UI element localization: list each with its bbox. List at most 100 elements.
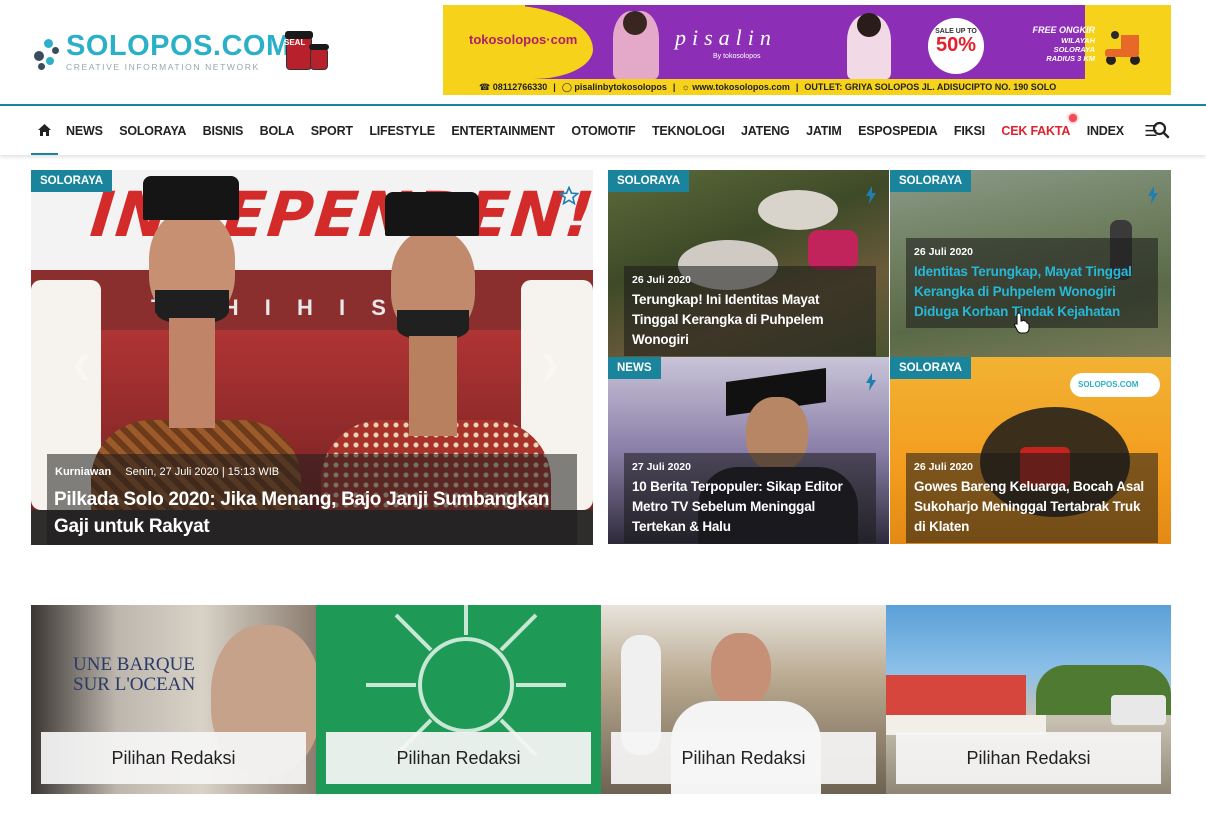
nav-item-jatim[interactable]: JATIM xyxy=(806,124,842,138)
card-caption: 26 Juli 2020 Gowes Bareng Keluarga, Boca… xyxy=(906,453,1158,543)
nav-item-cek-fakta-label: CEK FAKTA xyxy=(1001,123,1071,138)
ad-ongkir-head: FREE ONGKIR xyxy=(1032,25,1095,35)
hero-meta: Kurniawan Senin, 27 Juli 2020 | 15:13 WIB xyxy=(55,466,279,478)
ad-phone: 08112766330 xyxy=(492,82,548,92)
ad-product-name: pisalin xyxy=(675,25,777,50)
hero-title[interactable]: Pilkada Solo 2020: Jika Menang, Bajo Jan… xyxy=(54,486,574,540)
hero-person-left-neck xyxy=(169,318,215,428)
home-icon xyxy=(38,123,51,136)
card-title[interactable]: Terungkap! Ini Identitas Mayat Tinggal K… xyxy=(632,290,868,350)
nav-item-bola[interactable]: BOLA xyxy=(260,124,295,138)
lightning-icon xyxy=(866,186,876,204)
card-date: 27 Juli 2020 xyxy=(632,461,691,473)
ad-model-left-head xyxy=(623,11,647,35)
editor-pick-label: Pilihan Redaksi xyxy=(326,732,591,784)
card-caption: 26 Juli 2020 Terungkap! Ini Identitas Ma… xyxy=(624,266,876,356)
logo-tagline: CREATIVE INFORMATION NETWORK xyxy=(66,62,260,73)
ad-ongkir-line1: WILAYAH SOLORAYA xyxy=(1053,35,1095,54)
card-category-badge[interactable]: NEWS xyxy=(608,357,661,379)
ad-contact-bar: ☎ 08112766330 | ◯ pisalinbytokosolopos |… xyxy=(443,79,1171,95)
poster-title: UNE BARQUE SUR L'OCEAN xyxy=(73,654,196,695)
hero-person-right-neck xyxy=(409,336,457,436)
article-card[interactable]: 26 Juli 2020 Identitas Terungkap, Mayat … xyxy=(890,170,1171,357)
card-caption: 27 Juli 2020 10 Berita Terpopuler: Sikap… xyxy=(624,453,876,543)
hero-author[interactable]: Kurniawan xyxy=(55,466,111,478)
nav-item-lifestyle[interactable]: LIFESTYLE xyxy=(369,124,435,138)
ad-product-by: By tokosolopos xyxy=(713,53,761,60)
lightning-icon xyxy=(1148,186,1158,204)
delivery-rider-icon xyxy=(1105,31,1140,65)
hero-person-left-cap xyxy=(143,176,239,220)
card-logo-watermark: SOLOPOS.COM xyxy=(1070,373,1160,397)
hero-prev-arrow-icon[interactable]: ❮ xyxy=(71,350,93,381)
pick-truck xyxy=(1111,695,1166,725)
ad-outlet: OUTLET: GRIYA SOLOPOS JL. ADISUCIPTO NO.… xyxy=(804,82,1057,92)
whatsapp-icon: ☎ xyxy=(479,81,493,92)
nav-item-entertainment[interactable]: ENTERTAINMENT xyxy=(451,124,555,138)
nav-item-soloraya[interactable]: SOLORAYA xyxy=(119,124,186,138)
hero-category-badge[interactable]: SOLORAYA xyxy=(31,170,113,192)
instagram-icon: ◯ xyxy=(561,81,575,92)
card-title[interactable]: Identitas Terungkap, Mayat Tinggal Keran… xyxy=(914,262,1150,322)
ad-banner-panel xyxy=(525,5,1085,79)
ad-banner[interactable]: tokosolopos·com pisalin By tokosolopos S… xyxy=(443,5,1171,95)
editor-pick-label: Pilihan Redaksi xyxy=(611,732,876,784)
ad-free-shipping: FREE ONGKIR WILAYAH SOLORAYA RADIUS 3 KM xyxy=(1025,25,1095,63)
nav-item-news[interactable]: NEWS xyxy=(66,124,103,138)
card-caption: 26 Juli 2020 Identitas Terungkap, Mayat … xyxy=(906,238,1158,328)
card-date: 26 Juli 2020 xyxy=(914,461,973,473)
hero-person-right-cap xyxy=(385,192,479,236)
search-icon[interactable] xyxy=(1152,121,1170,139)
logo-mark-icon xyxy=(32,31,62,73)
article-card[interactable]: SOLOPOS.COM 26 Juli 2020 Gowes Bareng Ke… xyxy=(890,357,1171,544)
nav-item-otomotif[interactable]: OTOMOTIF xyxy=(571,124,635,138)
ad-model-right-head xyxy=(857,13,881,37)
seal-product-image: SEAL xyxy=(280,28,330,72)
card-title[interactable]: Gowes Bareng Keluarga, Bocah Asal Sukoha… xyxy=(914,477,1150,537)
card-date: 26 Juli 2020 xyxy=(914,246,973,258)
logo-name: SOLOPOS.COM xyxy=(66,30,291,63)
hero-date: Senin, 27 Juli 2020 | 15:13 WIB xyxy=(125,466,280,478)
nav-item-bisnis[interactable]: BISNIS xyxy=(203,124,244,138)
ad-sale-badge: SALE UP TO 50% xyxy=(928,18,984,74)
nav-item-fiksi[interactable]: FIKSI xyxy=(954,124,985,138)
hero-article[interactable]: INDEPENDEN! T I H I H I S ❮ ❯ Kurniawan S… xyxy=(31,170,593,545)
editor-pick-card[interactable]: Pilihan Redaksi xyxy=(886,605,1171,794)
star-bookmark-icon[interactable] xyxy=(559,186,579,206)
ad-instagram: pisalinbytokosolopos xyxy=(574,82,667,92)
card-image-blur xyxy=(758,190,838,230)
site-logo[interactable]: SOLOPOS.COM CREATIVE INFORMATION NETWORK… xyxy=(32,26,332,78)
main-navigation: NEWS SOLORAYA BISNIS BOLA SPORT LIFESTYL… xyxy=(0,104,1206,155)
card-category-badge[interactable]: SOLORAYA xyxy=(890,357,972,379)
mouse-pointer-hand-icon xyxy=(1014,312,1030,334)
ad-website: www.tokosolopos.com xyxy=(692,82,790,92)
card-title[interactable]: 10 Berita Terpopuler: Sikap Editor Metro… xyxy=(632,477,868,537)
nav-item-cek-fakta[interactable]: CEK FAKTA xyxy=(1001,113,1078,138)
ad-ongkir-line2: RADIUS 3 KM xyxy=(1046,53,1095,63)
globe-icon: ☼ xyxy=(681,82,693,92)
card-category-badge[interactable]: SOLORAYA xyxy=(608,170,690,192)
card-category-badge[interactable]: SOLORAYA xyxy=(890,170,972,192)
hero-next-arrow-icon[interactable]: ❯ xyxy=(539,350,561,381)
site-header: SOLOPOS.COM CREATIVE INFORMATION NETWORK… xyxy=(0,0,1206,104)
nav-item-espospedia[interactable]: ESPOSPEDIA xyxy=(858,124,937,138)
pick-person-head xyxy=(711,633,771,707)
seal-label: SEAL xyxy=(284,38,306,47)
editor-pick-card[interactable]: Pilihan Redaksi xyxy=(601,605,886,794)
nav-item-index[interactable]: INDEX xyxy=(1087,124,1124,138)
nav-item-teknologi[interactable]: TEKNOLOGI xyxy=(652,124,725,138)
card-logo-watermark-text: SOLOPOS.COM xyxy=(1078,380,1139,389)
card-image-cloth xyxy=(808,230,858,270)
nav-item-jateng[interactable]: JATENG xyxy=(741,124,790,138)
nav-item-sport[interactable]: SPORT xyxy=(311,124,353,138)
nav-home-button[interactable] xyxy=(31,106,58,155)
lightning-icon xyxy=(866,373,876,391)
article-card[interactable]: 26 Juli 2020 Terungkap! Ini Identitas Ma… xyxy=(608,170,889,357)
editor-pick-card[interactable]: UNE BARQUE SUR L'OCEAN Pilihan Redaksi xyxy=(31,605,316,794)
ad-sale-big: 50% xyxy=(935,34,977,56)
live-dot-icon xyxy=(1069,113,1078,122)
editor-pick-card[interactable]: Pilihan Redaksi xyxy=(316,605,601,794)
article-card[interactable]: 27 Juli 2020 10 Berita Terpopuler: Sikap… xyxy=(608,357,889,544)
card-date: 26 Juli 2020 xyxy=(632,274,691,286)
editor-pick-label: Pilihan Redaksi xyxy=(896,732,1161,784)
